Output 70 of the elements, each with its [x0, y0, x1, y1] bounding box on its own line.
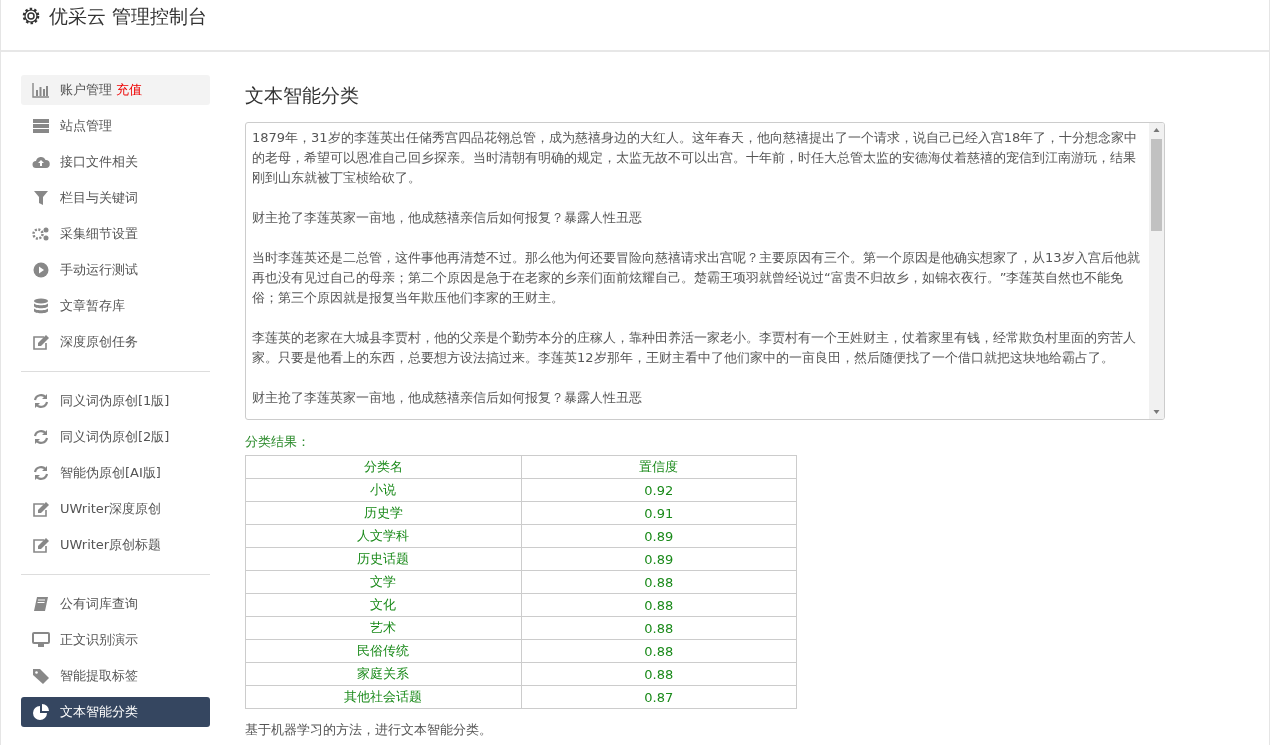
- book-icon: [32, 596, 50, 612]
- table-cell: 民俗传统: [245, 639, 521, 663]
- sidebar-item[interactable]: 同义词伪原创[2版]: [21, 422, 210, 452]
- bar-chart-icon: [32, 82, 50, 98]
- sidebar-item[interactable]: 智能提取标签: [21, 661, 210, 691]
- sidebar-item[interactable]: UWriter深度原创: [21, 494, 210, 524]
- edit-icon: [32, 501, 50, 517]
- scrollbar[interactable]: [1149, 123, 1164, 419]
- sidebar-item[interactable]: 文章暂存库: [21, 291, 210, 321]
- refresh-icon: [32, 465, 50, 481]
- database-icon: [32, 298, 50, 314]
- table-cell: 其他社会话题: [245, 685, 521, 709]
- table-cell: 0.89: [521, 524, 797, 548]
- sidebar-item[interactable]: 站点管理: [21, 111, 210, 141]
- article-paragraph: 1879年，31岁的李莲英出任储秀宫四品花翎总管，成为慈禧身边的大红人。这年春天，他向慈禧提出了一个请求，说自己已经入宫18年了，十分想念家中的老母，希望可以恩准自己回乡探亲。当时清朝有明确的规定，太监无故不可以出宫。十年前，时任大总管太监的安德海仗着慈禧的宠信到江南游玩，结果刚到山东就被丁宝桢给砍了。: [252, 129, 1139, 187]
- description-text: 基于机器学习的方法，进行文本智能分类。: [245, 721, 493, 739]
- article-paragraph: 当时李莲英还是二总管，这件事他再清楚不过。那么他为何还要冒险向慈禧请求出宫呢？主要原因有三个。第一个原因是他确实想家了，从13岁入宫后他就再也没有见过自己的母亲；第二个原因是急于在老家的乡亲们面前炫耀自己。楚霸王项羽就曾经说过“富贵不归故乡，如锦衣夜行。”李莲英自然也不能免俗；第三个原因就是报复当年欺压他们李家的王财主。: [252, 249, 1141, 307]
- monitor-icon: [32, 632, 50, 648]
- edit-icon: [32, 537, 50, 553]
- article-paragraph: 李莲英的老家在大城县李贾村，他的父亲是个勤劳本分的庄稼人，靠种田养活一家老小。李贾村有一个王姓财主，仗着家里有钱，经常欺负村里面的穷苦人家。只要是他看上的东西，总要想方设法搞过来。李莲英12岁那年，王财主看中了他们家中的一亩良田，然后随便找了一个借口就把这块地给霸占了。: [252, 329, 1137, 367]
- table-cell: 小说: [245, 478, 521, 502]
- table-cell: 文化: [245, 593, 521, 617]
- table-cell: 0.88: [521, 570, 797, 594]
- sidebar-item[interactable]: UWriter原创标题: [21, 530, 210, 560]
- table-cell: 0.89: [521, 547, 797, 571]
- sidebar-item[interactable]: 同义词伪原创[1版]: [21, 386, 210, 416]
- server-icon: [32, 118, 50, 134]
- sidebar-item[interactable]: 智能伪原创[AI版]: [21, 458, 210, 488]
- sidebar-item[interactable]: 接口文件相关: [21, 147, 210, 177]
- tag-icon: [32, 668, 50, 684]
- table-cell: 0.87: [521, 685, 797, 709]
- sidebar-item[interactable]: 公有词库查询: [21, 589, 210, 619]
- table-cell: 0.88: [521, 662, 797, 686]
- article-paragraph: 财主抢了李莲英家一亩地，他成慈禧亲信后如何报复？暴露人性丑恶: [252, 389, 643, 407]
- sidebar-item[interactable]: 深度原创任务: [21, 327, 210, 357]
- sidebar-item[interactable]: 采集细节设置: [21, 219, 210, 249]
- table-cell: 家庭关系: [245, 662, 521, 686]
- sidebar-item[interactable]: 栏目与关键词: [21, 183, 210, 213]
- article-text-area[interactable]: [245, 122, 1165, 420]
- table-cell: 历史话题: [245, 547, 521, 571]
- sidebar-item[interactable]: 文本智能分类: [21, 697, 210, 727]
- scrollbar-thumb[interactable]: [1151, 139, 1162, 231]
- play-icon: [32, 262, 50, 278]
- table-cell: 文学: [245, 570, 521, 594]
- filter-icon: [32, 190, 50, 206]
- table-cell: 0.91: [521, 501, 797, 525]
- table-cell: 艺术: [245, 616, 521, 640]
- table-cell: 0.88: [521, 639, 797, 663]
- result-label: 分类结果：: [245, 434, 311, 451]
- edit-icon: [32, 334, 50, 350]
- recharge-link[interactable]: 充值: [116, 81, 143, 99]
- column-header: 置信度: [521, 455, 797, 479]
- table-cell: 0.88: [521, 593, 797, 617]
- refresh-icon: [32, 393, 50, 409]
- article-paragraph: 财主抢了李莲英家一亩地，他成慈禧亲信后如何报复？暴露人性丑恶: [252, 209, 643, 227]
- settings-icon: [21, 6, 41, 26]
- gears-icon: [32, 226, 50, 242]
- app-title: 优采云 管理控制台: [49, 4, 208, 29]
- pie-chart-icon: [32, 704, 50, 720]
- refresh-icon: [32, 429, 50, 445]
- table-cell: 0.88: [521, 616, 797, 640]
- column-header: 分类名: [245, 455, 521, 479]
- sidebar-item[interactable]: 账户管理 充值: [21, 75, 210, 105]
- page-title: 文本智能分类: [245, 83, 360, 108]
- sidebar-item[interactable]: 正文识别演示: [21, 625, 210, 655]
- table-cell: 0.92: [521, 478, 797, 502]
- table-cell: 人文学科: [245, 524, 521, 548]
- cloud-upload-icon: [32, 154, 50, 170]
- table-cell: 历史学: [245, 501, 521, 525]
- sidebar-item[interactable]: 手动运行测试: [21, 255, 210, 285]
